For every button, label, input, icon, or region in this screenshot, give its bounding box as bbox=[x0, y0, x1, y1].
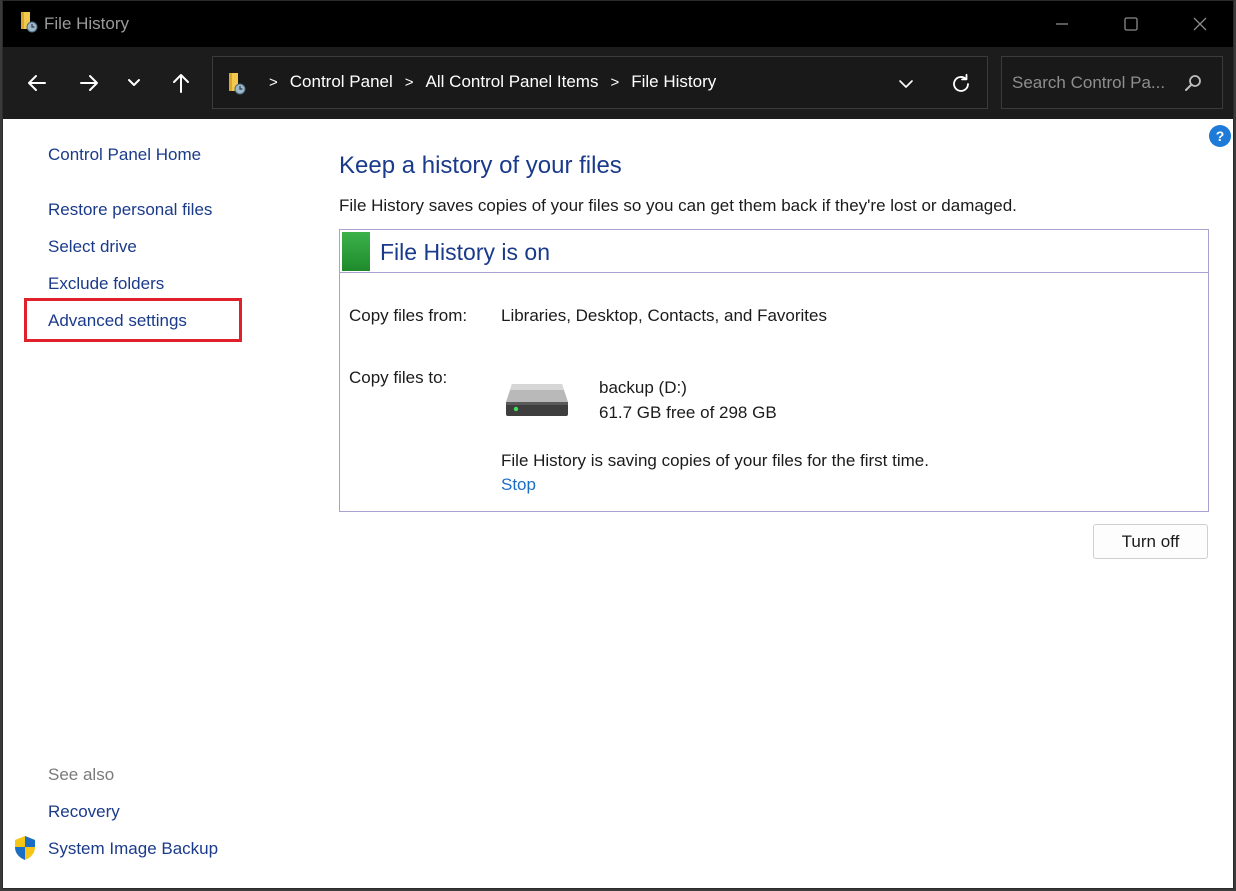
navigation-bar: > Control Panel > All Control Panel Item… bbox=[3, 47, 1233, 119]
search-icon[interactable] bbox=[1182, 72, 1204, 94]
refresh-button[interactable] bbox=[947, 70, 975, 98]
status-indicator bbox=[342, 232, 370, 271]
recent-locations-button[interactable] bbox=[116, 65, 152, 101]
system-image-backup-link[interactable]: System Image Backup bbox=[48, 839, 218, 859]
hard-drive-icon bbox=[504, 380, 570, 420]
chevron-down-icon bbox=[128, 79, 140, 86]
restore-personal-files-link[interactable]: Restore personal files bbox=[48, 200, 212, 220]
breadcrumb: > Control Panel > All Control Panel Item… bbox=[257, 72, 716, 92]
drive-free-space: 61.7 GB free of 298 GB bbox=[599, 403, 777, 422]
breadcrumb-separator[interactable]: > bbox=[405, 74, 414, 91]
status-header: File History is on bbox=[340, 230, 1208, 273]
file-history-window: File History > Control Panel > All Contr… bbox=[2, 0, 1234, 889]
saving-status-message: File History is saving copies of your fi… bbox=[501, 451, 929, 470]
uac-shield-icon bbox=[13, 835, 37, 861]
up-arrow-icon bbox=[173, 74, 189, 93]
minimize-icon bbox=[1056, 23, 1068, 25]
window-title: File History bbox=[44, 14, 130, 33]
breadcrumb-control-panel[interactable]: Control Panel bbox=[290, 72, 393, 92]
control-panel-home-link[interactable]: Control Panel Home bbox=[48, 145, 201, 165]
maximize-icon bbox=[1124, 17, 1138, 31]
close-icon bbox=[1193, 17, 1207, 31]
breadcrumb-all-control-panel-items[interactable]: All Control Panel Items bbox=[426, 72, 599, 92]
title-bar[interactable]: File History bbox=[3, 1, 1233, 47]
select-drive-link[interactable]: Select drive bbox=[48, 237, 137, 257]
breadcrumb-file-history[interactable]: File History bbox=[631, 72, 716, 92]
close-button[interactable] bbox=[1165, 1, 1233, 47]
copy-to-label: Copy files to: bbox=[349, 368, 448, 387]
search-input[interactable] bbox=[1012, 71, 1180, 95]
search-box[interactable] bbox=[1001, 56, 1223, 109]
address-bar[interactable]: > Control Panel > All Control Panel Item… bbox=[212, 56, 988, 109]
minimize-button[interactable] bbox=[1027, 1, 1097, 47]
refresh-icon bbox=[953, 73, 969, 92]
page-description: File History saves copies of your files … bbox=[339, 196, 1017, 215]
file-history-status-panel: File History is on Copy files from: Libr… bbox=[339, 229, 1209, 512]
highlight-box bbox=[24, 298, 242, 342]
file-history-folder-icon bbox=[19, 11, 39, 33]
maximize-button[interactable] bbox=[1096, 1, 1166, 47]
up-button[interactable] bbox=[163, 65, 199, 101]
drive-name: backup (D:) bbox=[599, 378, 687, 397]
see-also-heading: See also bbox=[48, 765, 115, 784]
stop-link[interactable]: Stop bbox=[501, 475, 536, 495]
file-history-folder-icon bbox=[227, 71, 247, 95]
recovery-link[interactable]: Recovery bbox=[48, 802, 120, 822]
breadcrumb-separator[interactable]: > bbox=[610, 74, 619, 91]
exclude-folders-link[interactable]: Exclude folders bbox=[48, 274, 164, 294]
back-arrow-icon bbox=[28, 75, 46, 91]
back-button[interactable] bbox=[19, 65, 55, 101]
copy-from-label: Copy files from: bbox=[349, 306, 468, 325]
turn-off-button[interactable]: Turn off bbox=[1093, 524, 1208, 559]
help-icon[interactable]: ? bbox=[1209, 125, 1231, 147]
status-title: File History is on bbox=[380, 239, 550, 265]
breadcrumb-separator[interactable]: > bbox=[269, 74, 278, 91]
copy-from-value: Libraries, Desktop, Contacts, and Favori… bbox=[501, 306, 827, 325]
forward-button[interactable] bbox=[71, 65, 107, 101]
chevron-down-icon bbox=[899, 80, 913, 88]
forward-arrow-icon bbox=[80, 75, 98, 91]
address-history-dropdown[interactable] bbox=[893, 71, 919, 97]
page-title: Keep a history of your files bbox=[339, 152, 622, 179]
